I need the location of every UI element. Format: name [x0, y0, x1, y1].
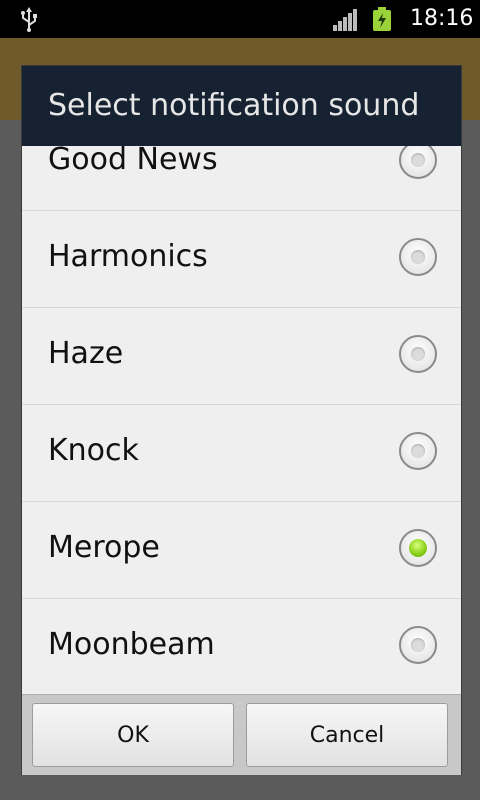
- battery-charging-icon: [373, 7, 391, 31]
- list-item-label: Moonbeam: [48, 627, 215, 662]
- radio-button[interactable]: [399, 335, 437, 373]
- ok-button[interactable]: OK: [32, 703, 234, 767]
- radio-button[interactable]: [399, 238, 437, 276]
- signal-icon: [333, 9, 357, 31]
- list-item-haze[interactable]: Haze: [22, 308, 461, 405]
- status-bar: 18:16: [0, 0, 480, 38]
- list-item-good-news[interactable]: Good News: [22, 146, 461, 211]
- dialog-title: Select notification sound: [48, 88, 420, 123]
- radio-button[interactable]: [399, 432, 437, 470]
- notification-sound-dialog: Select notification sound Good News Harm…: [22, 66, 461, 775]
- list-item-label: Knock: [48, 433, 139, 468]
- clock: 18:16: [410, 6, 474, 31]
- list-item-knock[interactable]: Knock: [22, 405, 461, 502]
- list-item-merope[interactable]: Merope: [22, 502, 461, 599]
- sound-list-items: Good News Harmonics Haze Knock Merope Mo…: [22, 146, 461, 696]
- radio-button[interactable]: [399, 146, 437, 179]
- sound-list[interactable]: Good News Harmonics Haze Knock Merope Mo…: [22, 146, 461, 760]
- list-item-label: Harmonics: [48, 239, 208, 274]
- list-item-label: Good News: [48, 146, 218, 177]
- list-item-label: Merope: [48, 530, 160, 565]
- list-item-harmonics[interactable]: Harmonics: [22, 211, 461, 308]
- usb-icon: [21, 7, 37, 32]
- list-item-label: Haze: [48, 336, 124, 371]
- list-item-moonbeam[interactable]: Moonbeam: [22, 599, 461, 696]
- cancel-button[interactable]: Cancel: [246, 703, 448, 767]
- radio-button-selected[interactable]: [399, 529, 437, 567]
- dialog-title-bar: Select notification sound: [22, 66, 461, 148]
- dialog-button-bar: OK Cancel: [22, 694, 461, 775]
- radio-button[interactable]: [399, 626, 437, 664]
